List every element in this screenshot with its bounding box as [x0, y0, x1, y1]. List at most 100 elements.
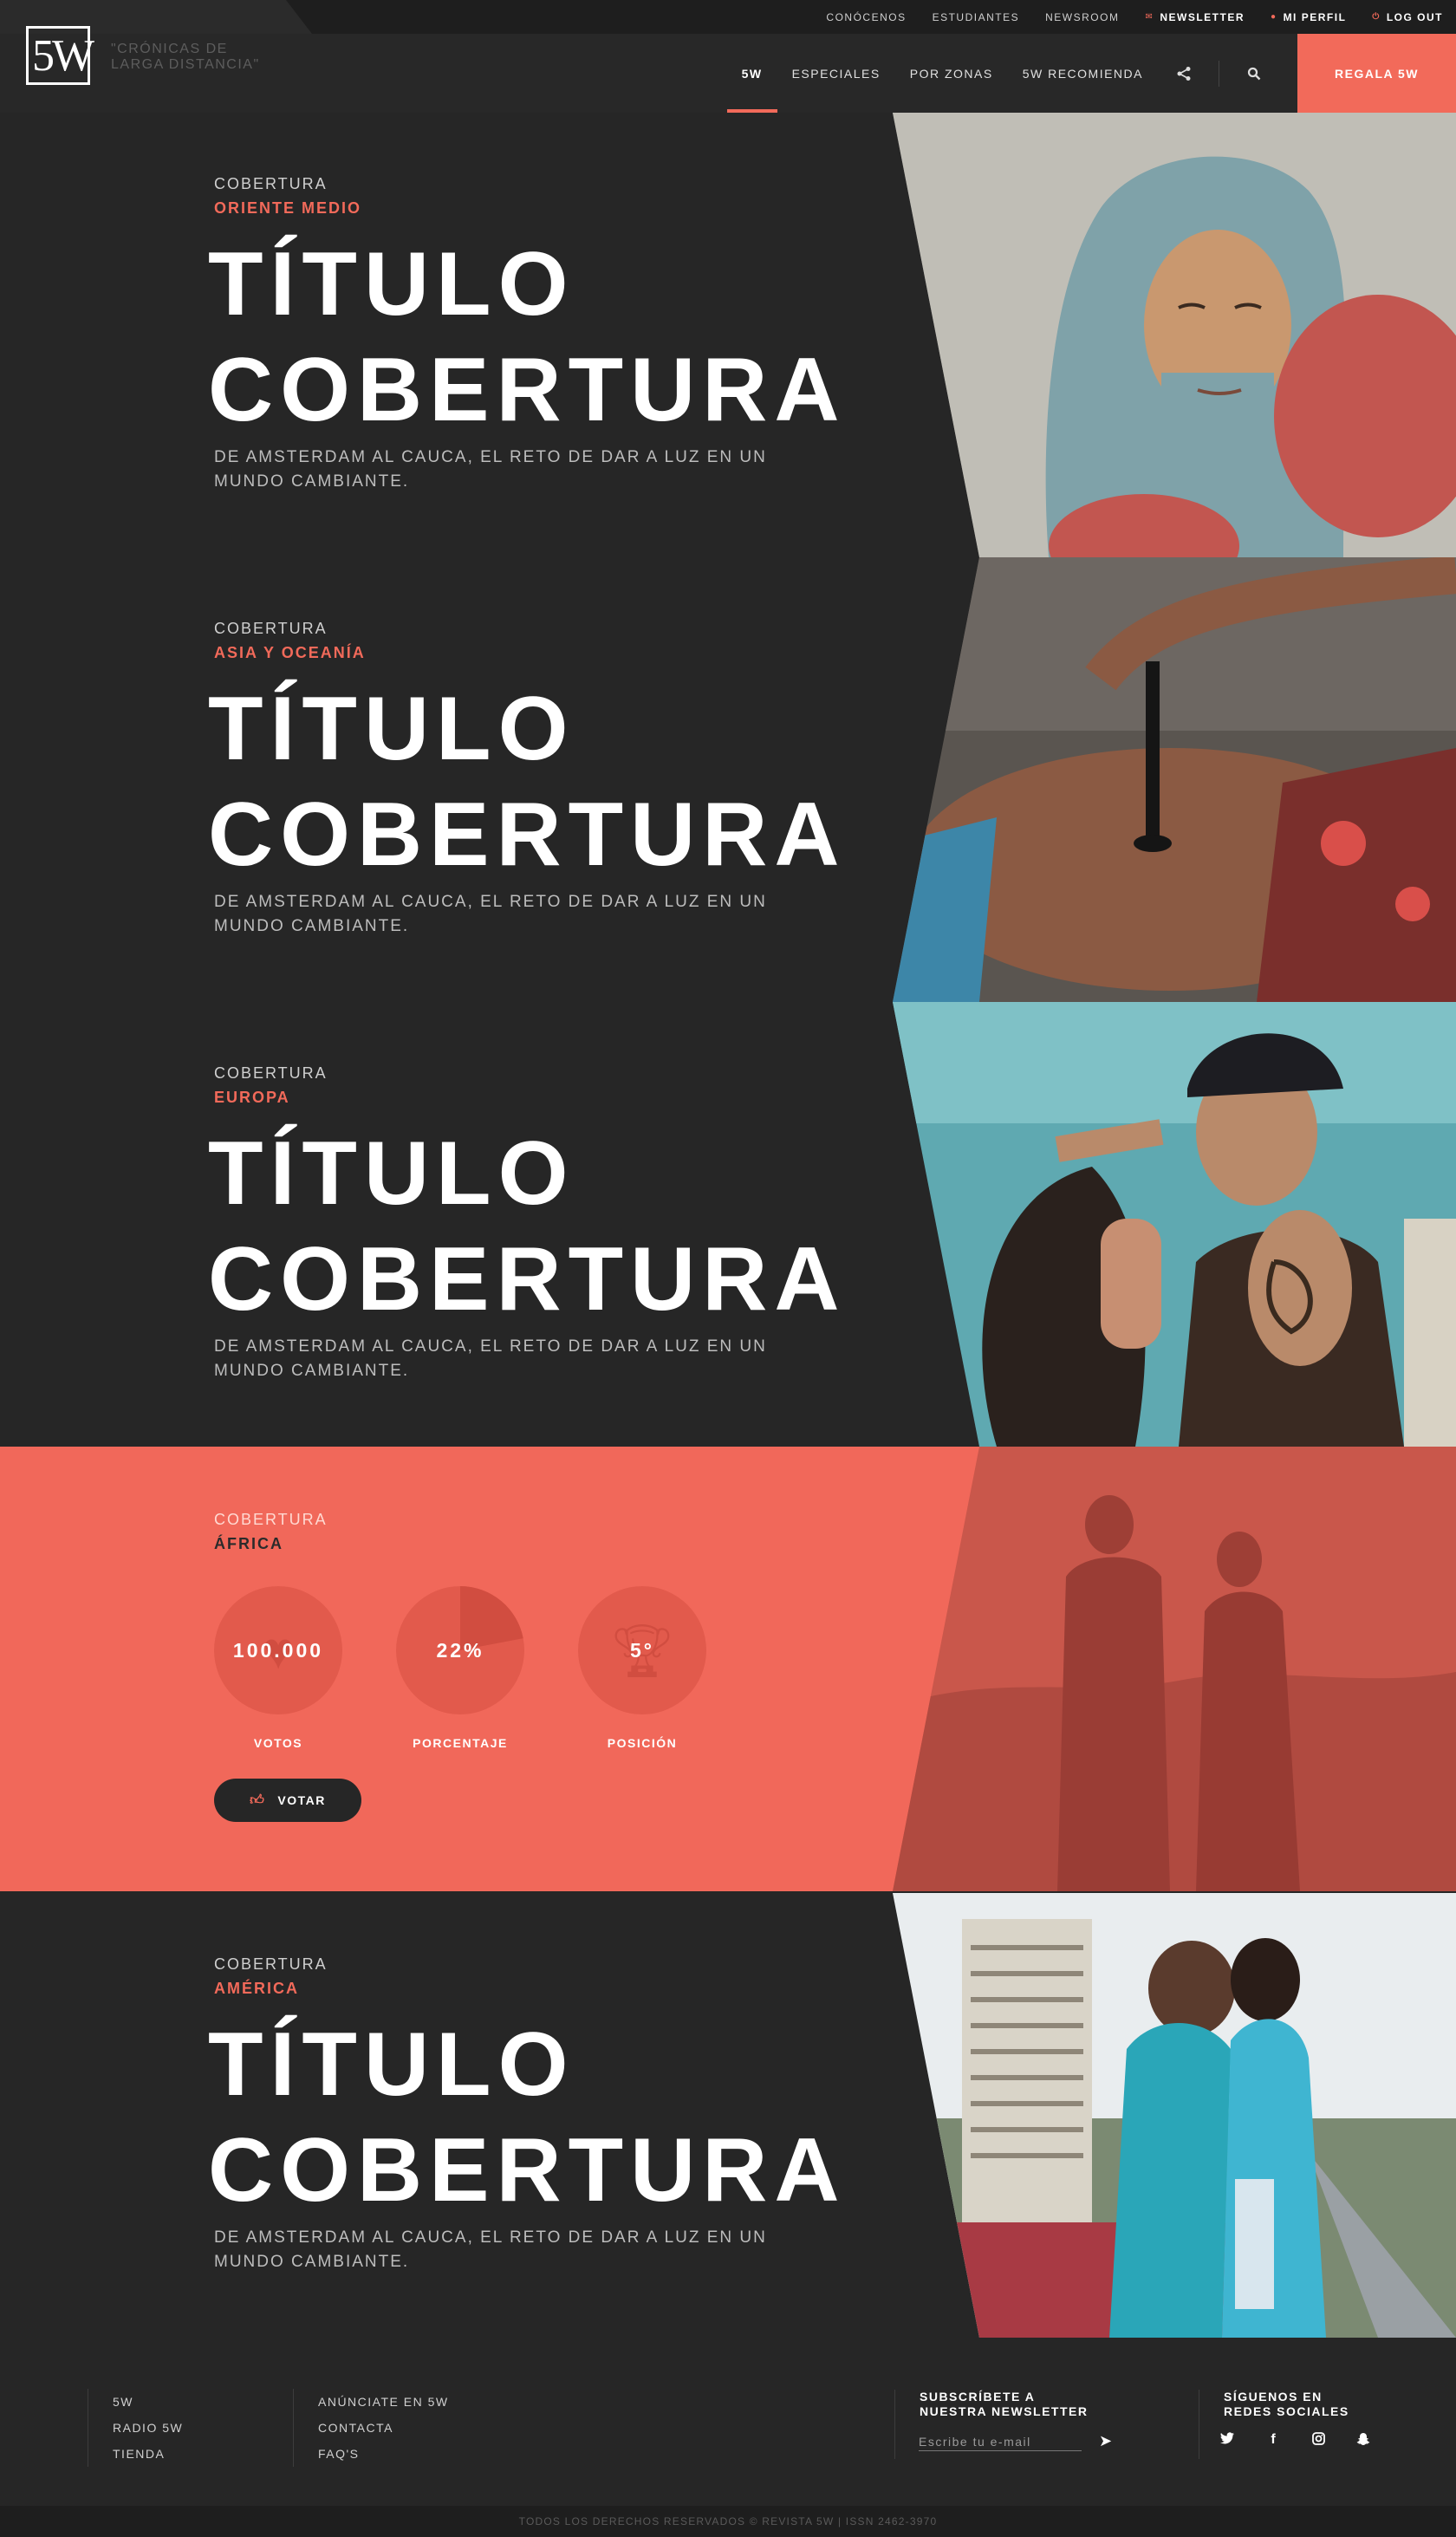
newsletter-email-input[interactable]: [919, 2432, 1082, 2451]
coverage-section-asia-oceania: COBERTURA ASIA Y OCEANÍA TÍTULO COBERTUR…: [0, 557, 1456, 1002]
coverage-section-africa: COBERTURA ÁFRICA ♥ 100.000 VOTOS 22% POR…: [0, 1447, 1456, 1891]
conocenos-link[interactable]: CONÓCENOS: [826, 11, 906, 23]
social-heading-line2: REDES SOCIALES: [1224, 2404, 1349, 2418]
power-icon: ⏻: [1372, 12, 1381, 22]
votar-label: VOTAR: [277, 1793, 326, 1807]
copyright-bar: TODOS LOS DERECHOS RESERVADOS © REVISTA …: [0, 2506, 1456, 2537]
footer-col-1: 5W RADIO 5W TIENDA: [88, 2389, 183, 2467]
coverage-photo[interactable]: [893, 1447, 1456, 1891]
stat-votos-label: VOTOS: [253, 1736, 303, 1750]
stat-posicion-label: POSICIÓN: [607, 1736, 678, 1750]
utility-bar: CONÓCENOS ESTUDIANTES NEWSROOM ✉ NEWSLETT…: [0, 0, 1456, 34]
coverage-zone[interactable]: ÁFRICA: [214, 1535, 283, 1553]
coverage-section-america: COBERTURA AMÉRICA TÍTULO COBERTURA DE AM…: [0, 1893, 1456, 2338]
coverage-section-europa: COBERTURA EUROPA TÍTULO COBERTURA DE AMS…: [0, 1002, 1456, 1447]
logo-text: 5W: [32, 31, 94, 81]
footer-link-contacta[interactable]: CONTACTA: [318, 2415, 449, 2441]
newsletter-link[interactable]: ✉ NEWSLETTER: [1145, 11, 1245, 23]
footer-link-anunciate[interactable]: ANÚNCIATE EN 5W: [318, 2389, 449, 2415]
nav-item-5w-recomienda[interactable]: 5W RECOMIENDA: [1008, 34, 1158, 113]
estudiantes-label: ESTUDIANTES: [932, 10, 1020, 23]
send-arrow-icon[interactable]: ➤: [1099, 2432, 1112, 2450]
coverage-description-line1: DE AMSTERDAM AL CAUCA, EL RETO DE DAR A …: [214, 893, 767, 911]
instagram-icon[interactable]: [1310, 2432, 1327, 2449]
newsletter-heading: SUBSCRÍBETE A NUESTRA NEWSLETTER: [920, 2390, 1088, 2419]
envelope-icon: ✉: [1145, 12, 1154, 22]
coverage-description-line1: DE AMSTERDAM AL CAUCA, EL RETO DE DAR A …: [214, 2228, 767, 2247]
estudiantes-link[interactable]: ESTUDIANTES: [933, 11, 1020, 23]
footer-link-faqs[interactable]: FAQ'S: [318, 2441, 449, 2467]
thumbs-up-icon: 👍︎: [250, 1792, 266, 1808]
votar-button[interactable]: 👍︎ VOTAR: [214, 1779, 361, 1822]
site-tagline: "CRÓNICAS DE LARGA DISTANCIA": [111, 42, 260, 72]
coverage-title-line1: TÍTULO: [208, 679, 575, 779]
conocenos-label: CONÓCENOS: [826, 10, 907, 23]
mi-perfil-link[interactable]: ● MI PERFIL: [1271, 11, 1346, 23]
coverage-title-line2: COBERTURA: [208, 1229, 847, 1330]
coverage-zone[interactable]: ASIA Y OCEANÍA: [214, 644, 366, 662]
coverage-zone[interactable]: EUROPA: [214, 1089, 290, 1107]
coverage-photo[interactable]: [893, 1893, 1456, 2338]
nav-item-5w[interactable]: 5W: [726, 34, 777, 113]
nav-item-especiales[interactable]: ESPECIALES: [777, 34, 895, 113]
stat-porcentaje-label: PORCENTAJE: [413, 1736, 508, 1750]
search-icon[interactable]: [1228, 34, 1280, 113]
coverage-description: DE AMSTERDAM AL CAUCA, EL RETO DE DAR A …: [214, 1335, 769, 1383]
stat-porcentaje: 22%: [396, 1586, 524, 1714]
newsroom-label: NEWSROOM: [1045, 10, 1120, 23]
coverage-title[interactable]: TÍTULO COBERTURA: [208, 231, 867, 443]
coverage-description-line2: MUNDO CAMBIANTE.: [214, 1362, 410, 1380]
log-out-link[interactable]: ⏻ LOG OUT: [1372, 11, 1443, 23]
coverage-zone[interactable]: AMÉRICA: [214, 1980, 299, 1998]
coverage-eyebrow: COBERTURA: [214, 1064, 328, 1082]
coverage-section-oriente-medio: COBERTURA ORIENTE MEDIO TÍTULO COBERTURA…: [0, 113, 1456, 557]
site-logo[interactable]: 5W: [26, 26, 94, 85]
coverage-photo[interactable]: [893, 557, 1456, 1002]
coverage-description-line2: MUNDO CAMBIANTE.: [214, 472, 410, 491]
nav-item-por-zonas[interactable]: POR ZONAS: [895, 34, 1008, 113]
facebook-icon[interactable]: f: [1264, 2432, 1282, 2448]
coverage-description: DE AMSTERDAM AL CAUCA, EL RETO DE DAR A …: [214, 2226, 769, 2274]
coverage-title-line1: TÍTULO: [208, 234, 575, 335]
stat-posicion-value: 5°: [630, 1638, 654, 1662]
coverage-photo[interactable]: [893, 1002, 1456, 1447]
copyright-text: TODOS LOS DERECHOS RESERVADOS © REVISTA …: [518, 2515, 938, 2527]
footer-col-2: ANÚNCIATE EN 5W CONTACTA FAQ'S: [293, 2389, 449, 2467]
coverage-eyebrow: COBERTURA: [214, 1955, 328, 1973]
coverage-title[interactable]: TÍTULO COBERTURA: [208, 2012, 867, 2223]
newsletter-heading-line2: NUESTRA NEWSLETTER: [920, 2404, 1089, 2418]
mi-perfil-label: MI PERFIL: [1283, 10, 1347, 23]
coverage-title-line2: COBERTURA: [208, 784, 847, 885]
footer-link-tienda[interactable]: TIENDA: [113, 2441, 183, 2467]
coverage-title-line1: TÍTULO: [208, 2014, 575, 2115]
coverage-title[interactable]: TÍTULO COBERTURA: [208, 1121, 867, 1332]
coverage-title[interactable]: TÍTULO COBERTURA: [208, 676, 867, 888]
coverage-description-line1: DE AMSTERDAM AL CAUCA, EL RETO DE DAR A …: [214, 1337, 767, 1356]
user-icon: ●: [1271, 12, 1277, 22]
footer-link-radio-5w[interactable]: RADIO 5W: [113, 2415, 183, 2441]
coverage-description-line2: MUNDO CAMBIANTE.: [214, 2253, 410, 2271]
coverage-photo[interactable]: [893, 113, 1456, 557]
stat-votos: ♥ 100.000: [214, 1586, 342, 1714]
utility-links: CONÓCENOS ESTUDIANTES NEWSROOM ✉ NEWSLETT…: [813, 0, 1456, 34]
twitter-icon[interactable]: [1219, 2432, 1236, 2449]
footer-link-5w[interactable]: 5W: [113, 2389, 183, 2415]
coverage-description-line2: MUNDO CAMBIANTE.: [214, 917, 410, 935]
stat-posicion: 🏆︎ 5°: [578, 1586, 706, 1714]
newsletter-label: NEWSLETTER: [1160, 10, 1245, 23]
coverage-zone[interactable]: ORIENTE MEDIO: [214, 199, 361, 218]
coverage-description: DE AMSTERDAM AL CAUCA, EL RETO DE DAR A …: [214, 890, 769, 939]
site-footer: 5W RADIO 5W TIENDA ANÚNCIATE EN 5W CONTA…: [0, 2338, 1456, 2506]
snapchat-icon[interactable]: [1355, 2432, 1372, 2450]
share-icon[interactable]: [1158, 34, 1210, 113]
newsroom-link[interactable]: NEWSROOM: [1045, 11, 1119, 23]
stat-votos-value: 100.000: [232, 1638, 324, 1662]
newsletter-heading-line1: SUBSCRÍBETE A: [920, 2390, 1036, 2404]
coverage-title-line1: TÍTULO: [208, 1123, 575, 1224]
social-heading-line1: SÍGUENOS EN: [1224, 2390, 1323, 2404]
coverage-title-line2: COBERTURA: [208, 340, 847, 440]
coverage-eyebrow: COBERTURA: [214, 620, 328, 637]
main-nav: 5W ESPECIALES POR ZONAS 5W RECOMIENDA RE…: [726, 34, 1456, 113]
coverage-description-line1: DE AMSTERDAM AL CAUCA, EL RETO DE DAR A …: [214, 448, 767, 466]
regala-5w-button[interactable]: REGALA 5W: [1297, 34, 1456, 113]
